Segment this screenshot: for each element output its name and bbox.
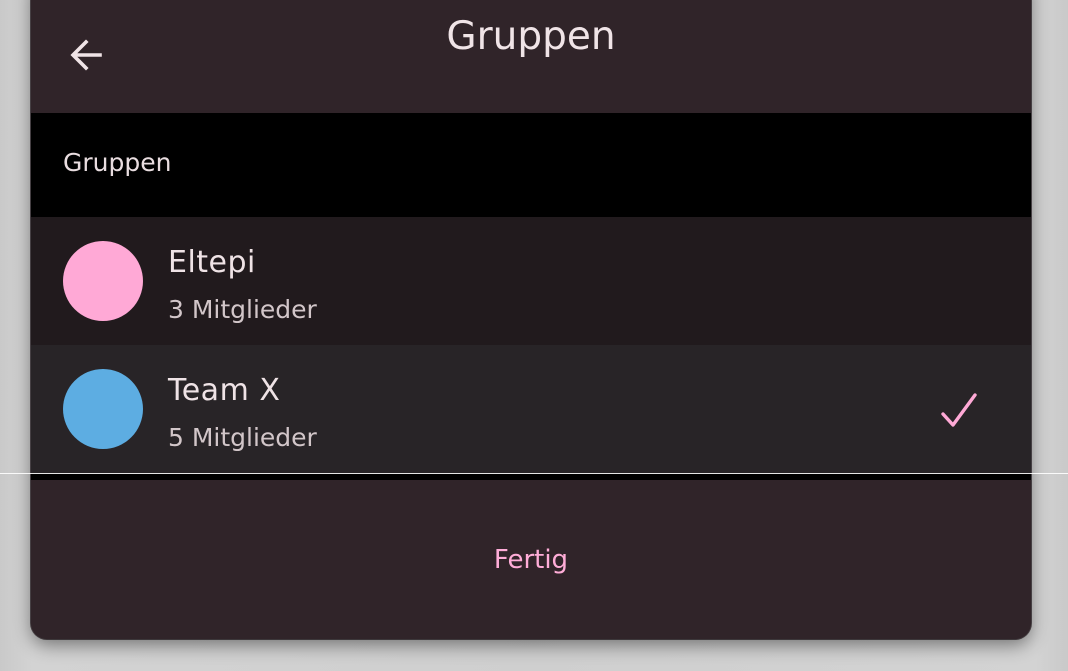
avatar — [63, 369, 143, 449]
guide-line — [0, 473, 1068, 474]
group-member-count: 3 Mitglieder — [168, 295, 317, 324]
group-item-team-x[interactable]: Team X 5 Mitglieder — [31, 345, 1031, 473]
group-item-eltepi[interactable]: Eltepi 3 Mitglieder — [31, 217, 1031, 345]
group-selection-dialog: Gruppen Gruppen Eltepi 3 Mitglieder Team… — [31, 0, 1031, 639]
list-divider — [31, 473, 1031, 480]
section-header: Gruppen — [31, 113, 1031, 217]
dialog-footer: Fertig — [31, 480, 1031, 639]
group-name: Team X — [168, 373, 281, 408]
page-title: Gruppen — [446, 14, 616, 59]
group-name: Eltepi — [168, 245, 256, 280]
section-label: Gruppen — [63, 148, 172, 177]
app-bar: Gruppen — [31, 0, 1031, 93]
avatar — [63, 241, 143, 321]
check-icon — [941, 393, 977, 427]
group-member-count: 5 Mitglieder — [168, 423, 317, 452]
done-button[interactable]: Fertig — [431, 535, 631, 585]
